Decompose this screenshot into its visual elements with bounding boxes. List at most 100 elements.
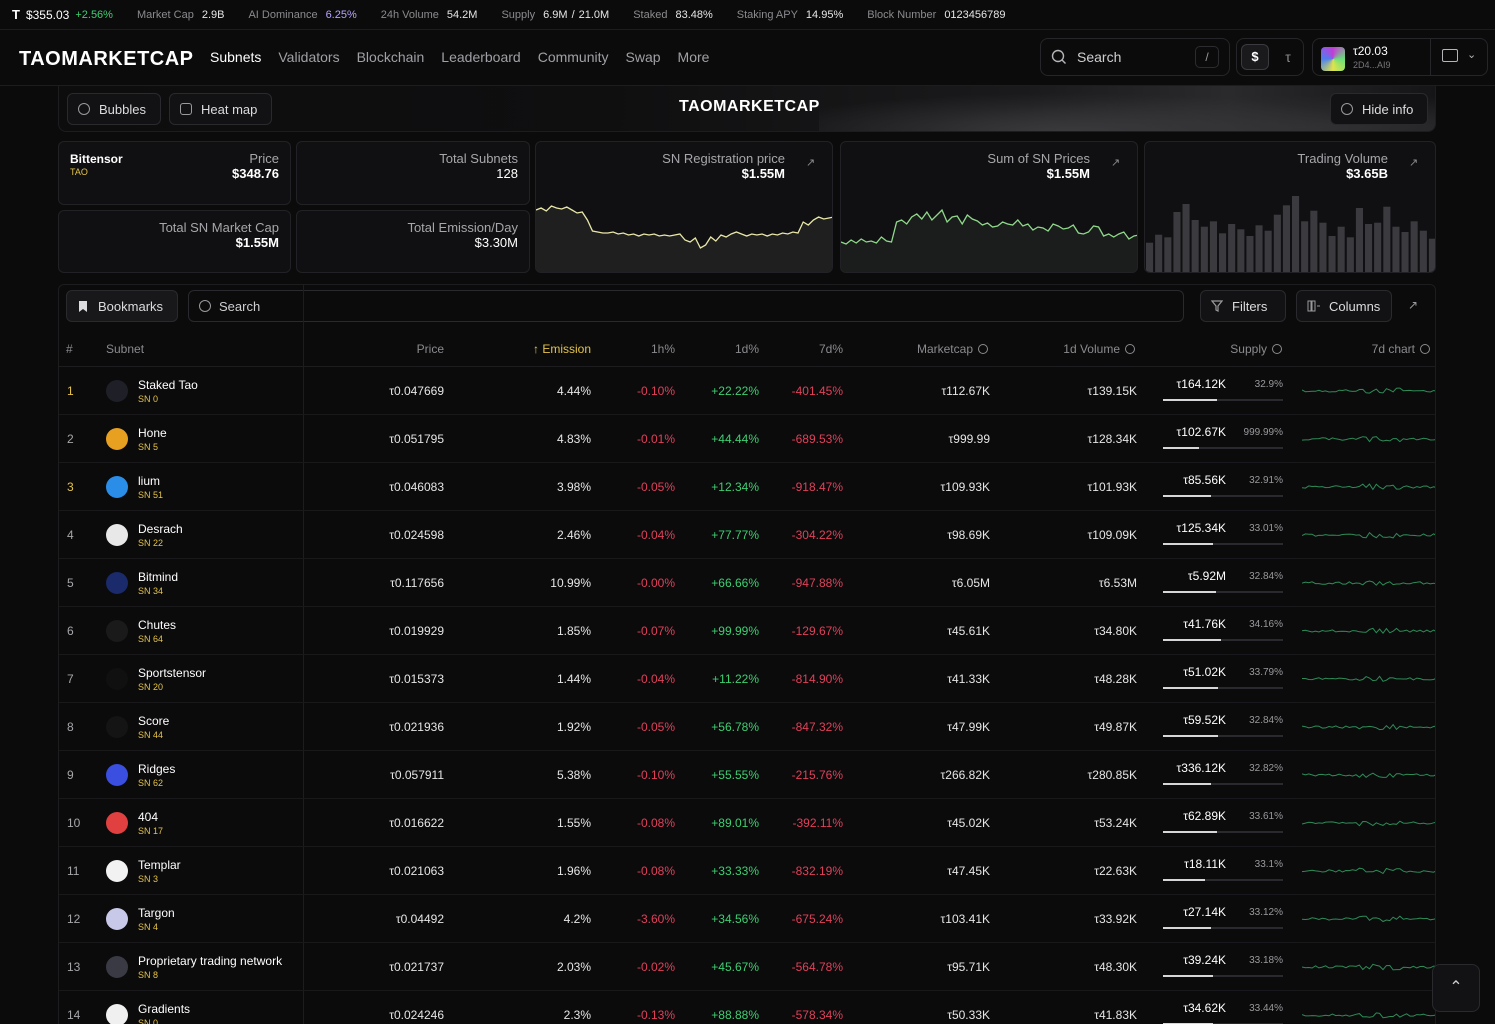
row-volume: τ48.30K xyxy=(1094,960,1137,974)
row-marketcap: τ50.33K xyxy=(947,1008,990,1022)
header-emission[interactable]: ↑ Emission xyxy=(533,342,591,356)
subnet-name[interactable]: Proprietary trading network xyxy=(138,954,282,968)
table-row[interactable]: 5 Bitmind SN 34 τ0.117656 10.99% -0.00% +66.66… xyxy=(59,559,1435,607)
nav-more[interactable]: More xyxy=(678,49,710,65)
subnet-name[interactable]: Ridges xyxy=(138,762,175,776)
subnet-name[interactable]: Bitmind xyxy=(138,570,178,584)
site-logo[interactable]: TAOMARKETCAP xyxy=(19,48,194,71)
subnet-number: SN 3 xyxy=(138,874,159,884)
header-7d[interactable]: 7d% xyxy=(819,342,843,356)
apy-label: Staking APY xyxy=(736,8,798,21)
table-row[interactable]: 14 Gradients SN 0 τ0.024246 2.3% -0.13% +88.88… xyxy=(59,991,1435,1024)
header-volume[interactable]: 1d Volume xyxy=(1063,342,1135,356)
subnet-name[interactable]: Gradients xyxy=(138,1002,190,1016)
subnet-name[interactable]: 404 xyxy=(138,810,158,824)
row-volume: τ101.93K xyxy=(1087,480,1137,494)
subnet-name[interactable]: Targon xyxy=(138,906,175,920)
row-emission: 1.96% xyxy=(556,864,591,878)
registration-price-card[interactable]: SN Registration price $1.55M ↗ xyxy=(535,141,833,273)
table-row[interactable]: 13 Proprietary trading network SN 8 τ0.0217… xyxy=(59,943,1435,991)
row-rank: 9 xyxy=(67,768,74,782)
scroll-to-top-button[interactable]: ⌃ xyxy=(1432,964,1480,1012)
bookmarks-button[interactable]: Bookmarks xyxy=(66,290,178,322)
tao-price-ticker[interactable]: T $355.03 +2.56% xyxy=(12,7,113,22)
chevron-down-icon[interactable]: ⌄ xyxy=(1467,48,1476,61)
filters-button[interactable]: Filters xyxy=(1200,290,1286,322)
global-search[interactable]: Search / xyxy=(1040,38,1230,76)
tao-logo-icon: T xyxy=(12,7,20,22)
table-row[interactable]: 3 lium SN 51 τ0.046083 3.98% -0.05% +12.34% -91… xyxy=(59,463,1435,511)
hide-info-button[interactable]: Hide info xyxy=(1330,93,1428,125)
table-row[interactable]: 1 Staked Tao SN 0 τ0.047669 4.44% -0.10% +22.2… xyxy=(59,367,1435,415)
table-row[interactable]: 8 Score SN 44 τ0.021936 1.92% -0.05% +56.78% -8… xyxy=(59,703,1435,751)
header-supply-label: Supply xyxy=(1230,342,1267,356)
volume-label: 24h Volume xyxy=(380,8,439,21)
row-7d-sparkline xyxy=(1302,772,1435,778)
currency-tao-button[interactable]: τ xyxy=(1277,49,1299,65)
sum-prices-card[interactable]: Sum of SN Prices $1.55M ↗ xyxy=(840,141,1138,273)
wallet-button[interactable]: τ20.03 2D4...AI9 ⌄ xyxy=(1312,38,1488,76)
row-price: τ0.021063 xyxy=(389,864,444,878)
volume-value: 54.2M xyxy=(446,8,478,21)
row-1h-change: -3.60% xyxy=(636,912,675,926)
row-supply: τ85.56K xyxy=(1183,473,1226,487)
nav-leaderboard[interactable]: Leaderboard xyxy=(441,49,520,65)
subnet-name[interactable]: lium xyxy=(138,474,160,488)
expand-icon[interactable]: ↗ xyxy=(806,158,816,169)
volume-bar xyxy=(1374,222,1382,272)
wallet-address: 2D4...AI9 xyxy=(1353,60,1391,70)
subnet-name[interactable]: Score xyxy=(138,714,169,728)
row-price: τ0.015373 xyxy=(389,672,444,686)
columns-button[interactable]: Columns xyxy=(1296,290,1392,322)
nav-blockchain[interactable]: Blockchain xyxy=(357,49,425,65)
heatmap-button[interactable]: Heat map xyxy=(169,93,272,125)
trading-volume-card[interactable]: Trading Volume $3.65B ↗ xyxy=(1144,141,1436,273)
sparkline-path xyxy=(1302,723,1435,731)
row-emission: 1.55% xyxy=(556,816,591,830)
table-row[interactable]: 6 Chutes SN 64 τ0.019929 1.85% -0.07% +99.99% -… xyxy=(59,607,1435,655)
nav-subnets[interactable]: Subnets xyxy=(210,49,261,65)
header-1d[interactable]: 1d% xyxy=(735,342,759,356)
emission-label: Total Emission/Day xyxy=(407,220,518,235)
header-subnet[interactable]: Subnet xyxy=(106,342,144,356)
table-row[interactable]: 2 Hone SN 5 τ0.051795 4.83% -0.01% +44.44% -689… xyxy=(59,415,1435,463)
subnet-logo-icon xyxy=(106,860,128,882)
expand-icon[interactable]: ↗ xyxy=(1111,158,1121,169)
table-search-input[interactable]: Search xyxy=(188,290,1184,322)
nav-validators[interactable]: Validators xyxy=(278,49,339,65)
table-row[interactable]: 10 404 SN 17 τ0.016622 1.55% -0.08% +89.01% -39… xyxy=(59,799,1435,847)
table-row[interactable]: 12 Targon SN 4 τ0.04492 4.2% -3.60% +34.56% -67… xyxy=(59,895,1435,943)
subnet-name[interactable]: Chutes xyxy=(138,618,176,632)
subnet-number: SN 44 xyxy=(138,730,164,740)
info-icon[interactable] xyxy=(1125,344,1135,354)
subnet-name[interactable]: Hone xyxy=(138,426,167,440)
info-icon[interactable] xyxy=(978,344,988,354)
bubbles-button[interactable]: Bubbles xyxy=(67,93,161,125)
header-7d-chart[interactable]: 7d chart xyxy=(1372,342,1430,356)
table-row[interactable]: 11 Templar SN 3 τ0.021063 1.96% -0.08% +33.33%… xyxy=(59,847,1435,895)
info-icon[interactable] xyxy=(1420,344,1430,354)
table-row[interactable]: 9 Ridges SN 62 τ0.057911 5.38% -0.10% +55.55% -… xyxy=(59,751,1435,799)
info-icon[interactable] xyxy=(1272,344,1282,354)
row-price: τ0.117656 xyxy=(390,576,444,590)
currency-usd-button[interactable]: $ xyxy=(1241,44,1269,70)
subnet-name[interactable]: Templar xyxy=(138,858,181,872)
header-marketcap[interactable]: Marketcap xyxy=(917,342,988,356)
columns-label: Columns xyxy=(1329,298,1381,314)
header-rank[interactable]: # xyxy=(66,342,73,356)
nav-community[interactable]: Community xyxy=(538,49,609,65)
subnet-name[interactable]: Sportstensor xyxy=(138,666,206,680)
wallet-icon[interactable] xyxy=(1442,49,1458,62)
table-header: # Subnet Price ↑ Emission 1h% 1d% 7d% Ma… xyxy=(59,331,1435,367)
nav-swap[interactable]: Swap xyxy=(626,49,661,65)
subnet-name[interactable]: Desrach xyxy=(138,522,183,536)
table-row[interactable]: 7 Sportstensor SN 20 τ0.015373 1.44% -0.04% +1… xyxy=(59,655,1435,703)
fullscreen-icon[interactable]: ↗ xyxy=(1408,298,1418,312)
expand-icon[interactable]: ↗ xyxy=(1409,158,1419,169)
header-supply[interactable]: Supply xyxy=(1230,342,1282,356)
header-price[interactable]: Price xyxy=(417,342,444,356)
row-1d-change: +11.22% xyxy=(712,672,759,686)
table-row[interactable]: 4 Desrach SN 22 τ0.024598 2.46% -0.04% +77.77%… xyxy=(59,511,1435,559)
subnet-name[interactable]: Staked Tao xyxy=(138,378,198,392)
header-1h[interactable]: 1h% xyxy=(651,342,675,356)
